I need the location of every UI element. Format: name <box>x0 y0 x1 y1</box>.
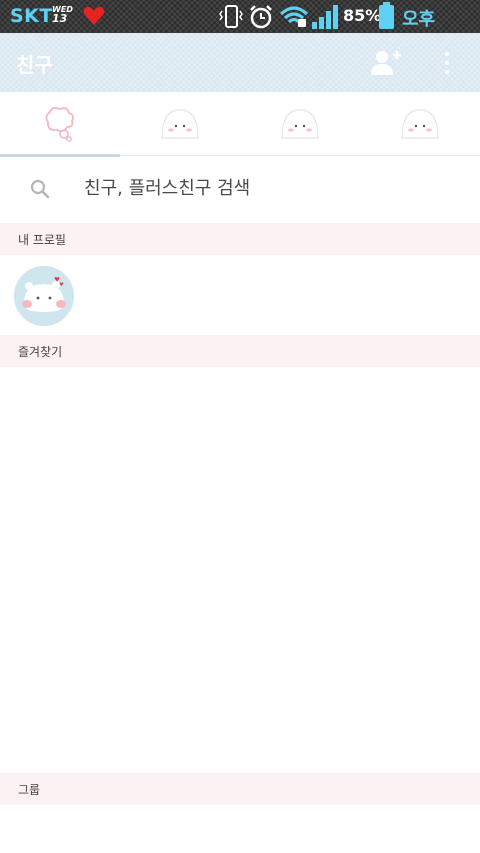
search-icon <box>30 179 50 199</box>
friends-tab-icon <box>45 107 74 142</box>
bear-avatar-icon <box>14 266 74 326</box>
section-label: 그룹 <box>18 783 41 797</box>
status-bar: SKT WED 13 85% 오후 6:23 <box>0 0 480 52</box>
chats-tab-icon <box>161 109 199 139</box>
section-header-favorites: 즐겨찾기 <box>0 335 480 367</box>
section-header-my-profile: 내 프로필 <box>0 223 480 255</box>
section-label: 즐겨찾기 <box>18 345 63 359</box>
carrier-label: SKT <box>10 5 53 27</box>
wifi-icon <box>279 6 309 27</box>
channel-tab-icon <box>281 109 319 139</box>
tab-more[interactable] <box>360 92 480 156</box>
date-display: WED 13 <box>52 5 73 25</box>
heart-icon <box>83 6 105 25</box>
search-input[interactable]: 친구, 플러스친구 검색 <box>84 174 250 200</box>
app-bar: 친구 <box>0 33 480 92</box>
vibrate-icon <box>219 5 243 28</box>
tab-bar <box>0 92 480 157</box>
more-tab-icon <box>401 109 439 139</box>
my-profile-row[interactable] <box>0 256 480 336</box>
add-friend-icon[interactable] <box>368 48 402 78</box>
battery-icon <box>379 2 394 29</box>
alarm-icon <box>250 5 272 29</box>
page-title: 친구 <box>16 53 53 77</box>
section-header-groups: 그룹 <box>0 773 480 805</box>
date-label: 13 <box>52 12 68 25</box>
more-vert-icon[interactable] <box>436 49 458 77</box>
tab-friends[interactable] <box>0 92 120 157</box>
section-label: 내 프로필 <box>18 233 66 247</box>
avatar[interactable] <box>14 266 74 326</box>
tab-chats[interactable] <box>120 92 240 156</box>
battery-percent: 85% <box>343 6 382 25</box>
tab-channel[interactable] <box>240 92 360 156</box>
signal-icon <box>312 5 338 29</box>
search-bar[interactable]: 친구, 플러스친구 검색 <box>0 157 480 223</box>
